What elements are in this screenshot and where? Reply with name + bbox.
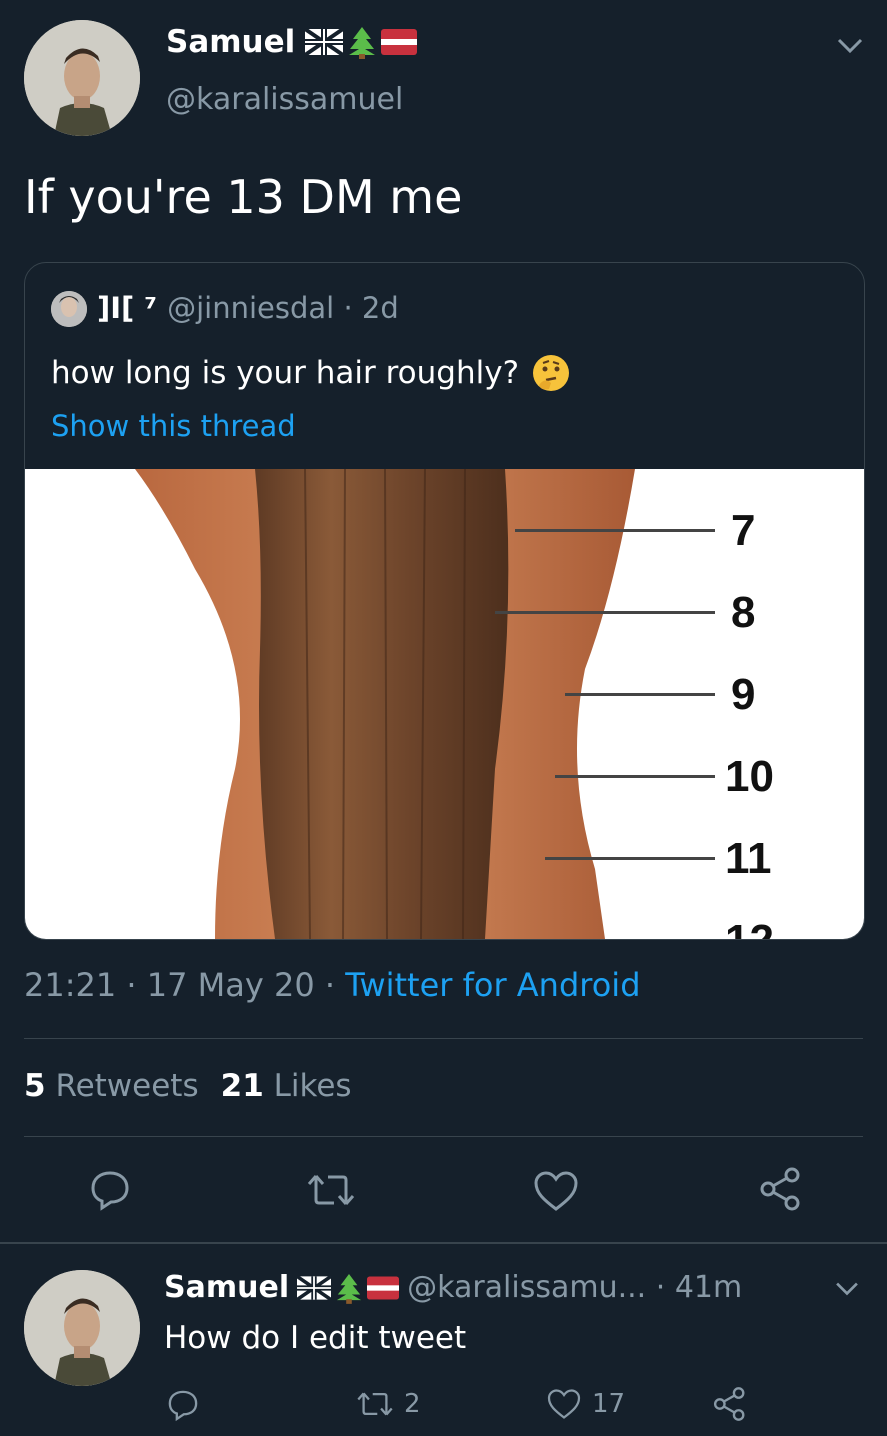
quoted-tweet-card[interactable]: ]I[ ⁷ @jinniesdal · 2d how long is your … — [24, 262, 865, 940]
reply-reply-icon[interactable] — [166, 1388, 200, 1422]
quoted-avatar — [51, 291, 87, 327]
reply-handle-time[interactable]: @karalissamu... · 41m — [407, 1270, 742, 1305]
thinking-face-icon — [533, 355, 570, 391]
uk-flag-icon — [305, 29, 344, 55]
latvia-flag-icon — [367, 1275, 400, 1300]
uk-flag-icon — [297, 1275, 332, 1300]
ruler-line — [565, 693, 715, 696]
ruler-line — [515, 529, 715, 532]
reply-author-avatar[interactable] — [24, 1270, 140, 1386]
chevron-down-icon[interactable] — [836, 36, 864, 56]
reply-retweet-action[interactable]: 2 — [356, 1388, 421, 1420]
reply-text: How do I edit tweet — [164, 1320, 467, 1356]
quoted-handle-time: @jinniesdal · 2d — [167, 291, 399, 325]
reply-icon[interactable] — [88, 1168, 132, 1212]
christmas-tree-icon — [349, 27, 376, 59]
like-icon[interactable] — [532, 1170, 580, 1212]
divider — [24, 1136, 863, 1137]
reply-chevron-down-icon[interactable] — [834, 1280, 860, 1298]
author-name[interactable]: Samuel — [166, 24, 295, 60]
ruler-number: 10 — [725, 752, 774, 801]
show-thread-link[interactable]: Show this thread — [51, 409, 296, 443]
ruler-number: 11 — [725, 834, 772, 883]
like-icon — [547, 1389, 581, 1419]
share-icon[interactable] — [758, 1166, 804, 1212]
ruler-line — [555, 775, 715, 778]
ruler-number: 9 — [731, 670, 756, 719]
latvia-flag-icon — [381, 29, 418, 55]
reply-retweet-count: 2 — [404, 1389, 421, 1419]
hair-length-image[interactable]: 7 8 9 10 11 12 — [25, 469, 864, 939]
divider — [24, 1038, 863, 1039]
retweet-icon[interactable] — [306, 1170, 356, 1210]
quoted-author-name: ]I[ ⁷ — [97, 291, 158, 325]
quoted-text: how long is your hair roughly? — [51, 355, 520, 391]
tweet-timestamp: 21:21 · 17 May 20 · — [24, 966, 346, 1004]
christmas-tree-icon — [336, 1273, 362, 1304]
reply-author-name[interactable]: Samuel — [164, 1270, 289, 1305]
section-divider — [0, 1242, 887, 1244]
retweet-icon — [357, 1392, 393, 1416]
reply-like-count: 17 — [592, 1389, 626, 1419]
tweet-text: If you're 13 DM me — [24, 170, 463, 224]
ruler-line — [495, 611, 715, 614]
ruler-line — [515, 939, 715, 940]
ruler-line — [545, 857, 715, 860]
tweet-source-link[interactable]: Twitter for Android — [345, 966, 640, 1004]
author-handle[interactable]: @karalissamuel — [166, 82, 403, 117]
ruler-number: 12 — [725, 919, 774, 940]
author-avatar[interactable] — [24, 20, 140, 136]
reply-share-icon[interactable] — [712, 1386, 748, 1422]
reply-like-action[interactable]: 17 — [546, 1388, 625, 1420]
retweets-stat[interactable]: 5 Retweets — [24, 1068, 199, 1104]
ruler-number: 8 — [731, 588, 756, 637]
ruler-number: 7 — [731, 506, 756, 555]
likes-stat[interactable]: 21 Likes — [221, 1068, 352, 1104]
